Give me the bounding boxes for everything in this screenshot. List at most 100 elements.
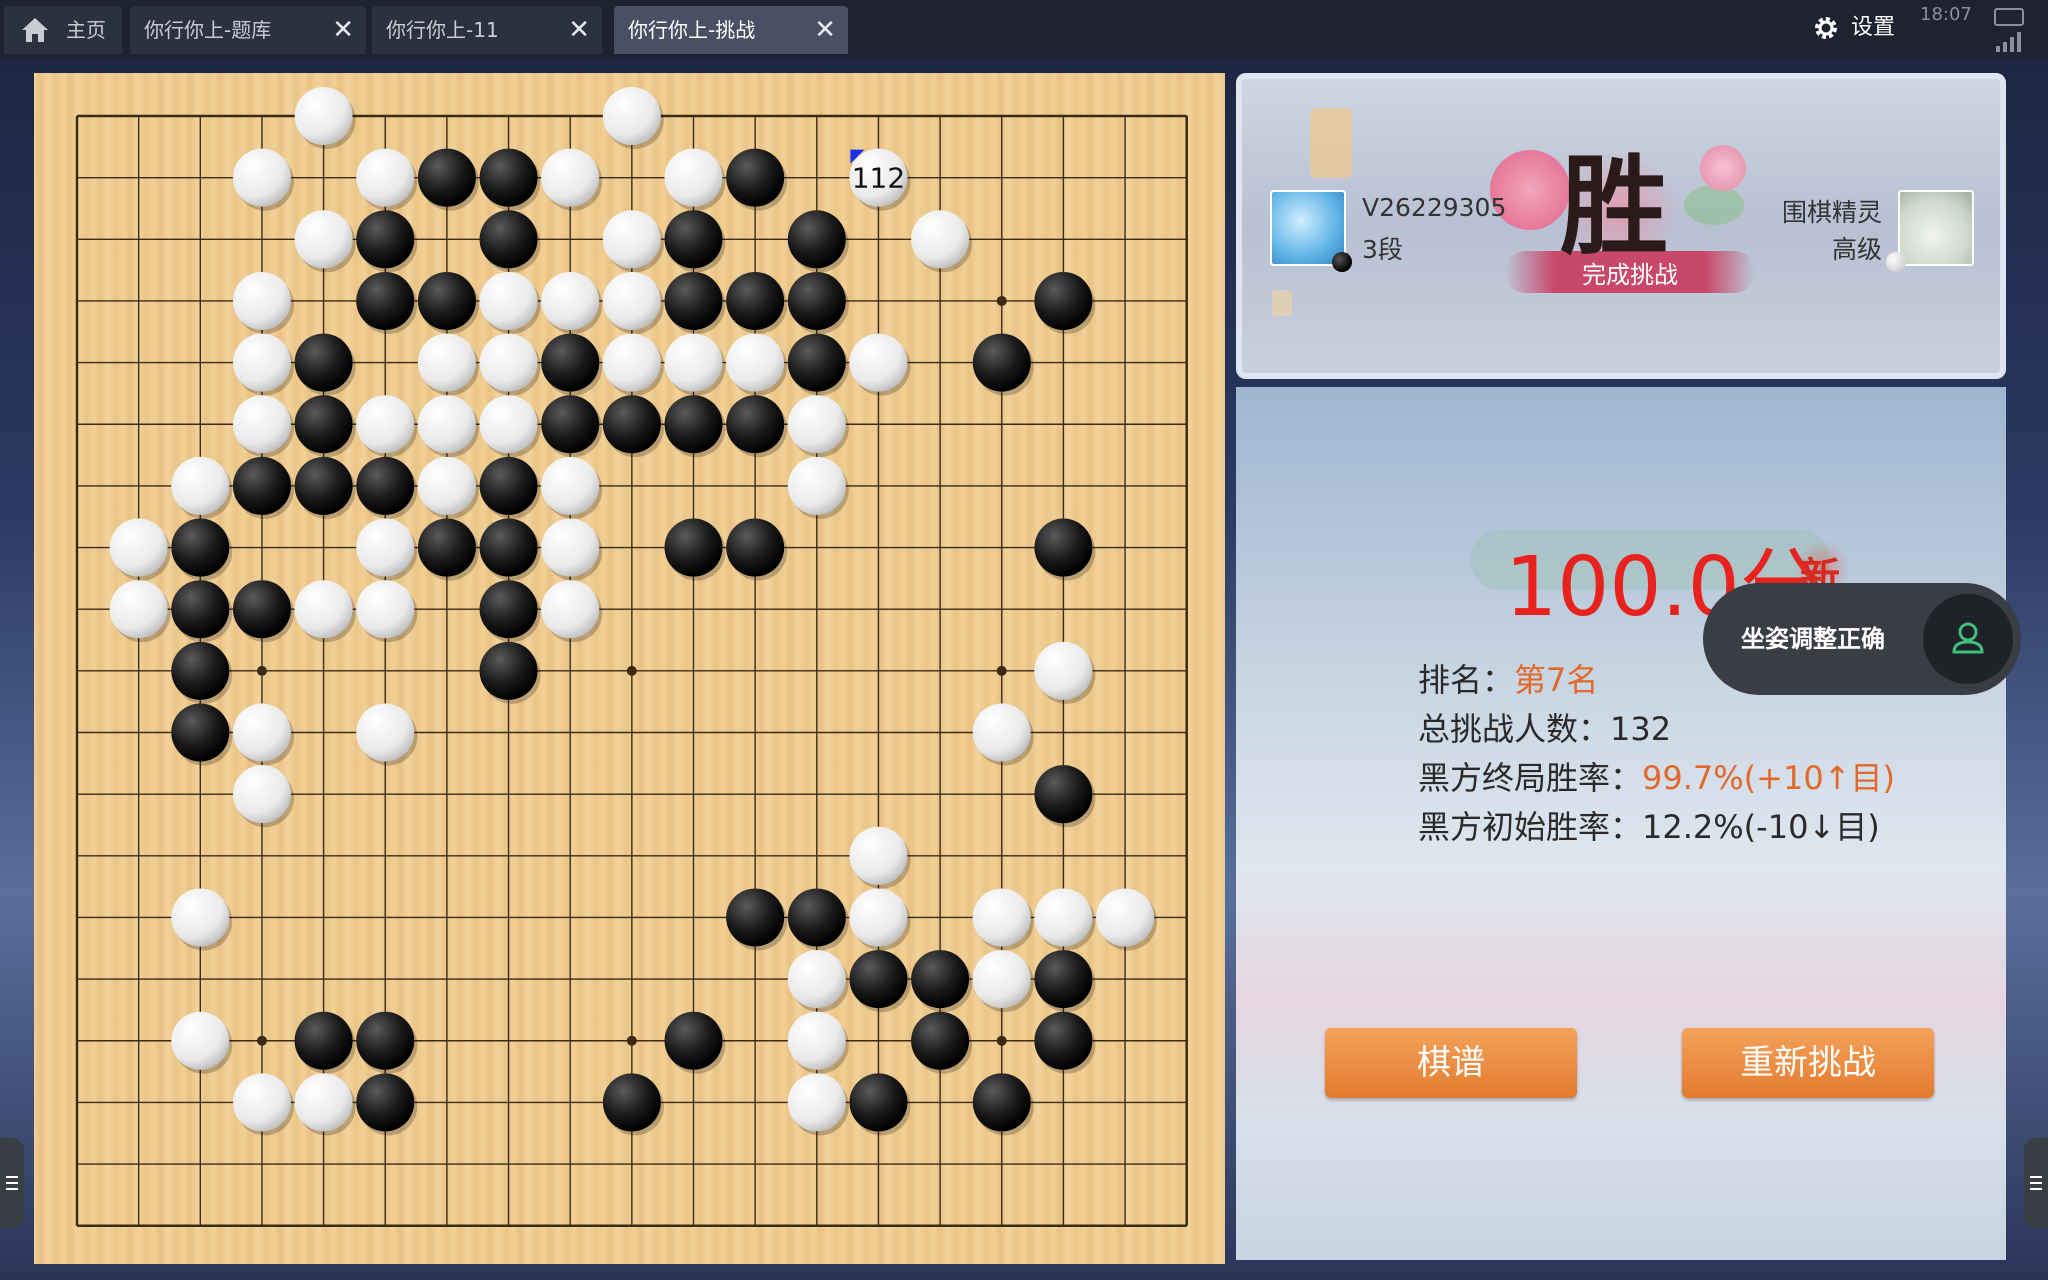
black-stone	[664, 271, 723, 330]
black-stone	[787, 271, 846, 330]
white-stone	[109, 580, 168, 639]
stat-initial-label: 黑方初始胜率：	[1418, 808, 1643, 846]
signal-icon	[1996, 32, 2021, 52]
black-stone	[664, 518, 723, 577]
board-svg[interactable]: 112	[34, 73, 1225, 1264]
lotus-decoration	[1700, 145, 1746, 191]
black-stone	[602, 395, 661, 454]
black-stone	[787, 333, 846, 392]
white-stone	[849, 888, 908, 947]
white-stone	[1034, 888, 1093, 947]
white-stone	[109, 518, 168, 577]
white-stone	[972, 703, 1031, 762]
menu-icon	[2030, 1176, 2042, 1190]
left-drawer-handle[interactable]	[0, 1138, 24, 1228]
white-stone	[232, 271, 291, 330]
home-icon	[22, 18, 48, 42]
tab-question-bank[interactable]: 你行你上-题库 ✕	[130, 6, 366, 54]
star-point	[626, 1035, 637, 1046]
white-stone	[602, 210, 661, 269]
black-stone	[726, 395, 785, 454]
white-stone	[294, 580, 353, 639]
black-stone	[1034, 518, 1093, 577]
player-left-name: V26229305	[1362, 193, 1507, 222]
settings-button[interactable]: 设置	[1812, 10, 1895, 46]
black-stone	[972, 1073, 1031, 1132]
white-stone	[232, 395, 291, 454]
white-stone	[849, 333, 908, 392]
white-stone	[787, 950, 846, 1009]
gear-icon	[1815, 17, 1837, 39]
player-right-avatar[interactable]	[1898, 190, 1974, 266]
black-stone	[849, 1073, 908, 1132]
white-stone	[541, 580, 600, 639]
go-board[interactable]: 112	[34, 73, 1225, 1264]
white-stone	[787, 395, 846, 454]
black-stone	[294, 333, 353, 392]
white-stone	[849, 826, 908, 885]
right-drawer-handle[interactable]	[2024, 1138, 2048, 1228]
close-icon[interactable]: ✕	[332, 6, 354, 54]
white-stone	[787, 1011, 846, 1070]
stat-total-value: 132	[1610, 710, 1672, 748]
white-stone	[232, 1073, 291, 1132]
white-stone	[972, 950, 1031, 1009]
white-stone	[726, 333, 785, 392]
stat-rank-value: 第7名	[1514, 661, 1599, 699]
tab-home-label: 主页	[66, 18, 106, 42]
white-stone-icon	[1886, 252, 1906, 272]
white-stone	[417, 395, 476, 454]
close-icon[interactable]: ✕	[568, 6, 590, 54]
retry-challenge-button[interactable]: 重新挑战	[1682, 1028, 1934, 1098]
white-stone	[972, 888, 1031, 947]
white-stone	[787, 1073, 846, 1132]
black-stone	[1034, 765, 1093, 824]
black-stone	[911, 1011, 970, 1070]
black-stone	[602, 1073, 661, 1132]
close-icon[interactable]: ✕	[814, 6, 836, 54]
black-stone	[664, 1011, 723, 1070]
white-stone	[171, 456, 230, 515]
battery-icon	[1994, 8, 2024, 26]
black-stone	[294, 395, 353, 454]
black-stone	[1034, 271, 1093, 330]
white-stone	[356, 395, 415, 454]
tab-home[interactable]: 主页	[4, 6, 122, 54]
white-stone	[356, 703, 415, 762]
white-stone	[417, 333, 476, 392]
tab-bar: 主页 你行你上-题库 ✕ 你行你上-11 ✕ 你行你上-挑战 ✕ 设置 18:0…	[0, 0, 2048, 58]
stat-initial-value: 12.2%(-10↓目)	[1642, 808, 1880, 846]
black-stone	[664, 210, 723, 269]
black-stone	[726, 888, 785, 947]
white-stone	[541, 148, 600, 207]
lantern-decoration	[1310, 108, 1352, 178]
black-stone	[232, 580, 291, 639]
white-stone	[1096, 888, 1155, 947]
white-stone	[541, 456, 600, 515]
black-stone	[356, 1011, 415, 1070]
black-stone	[972, 333, 1031, 392]
posture-toast[interactable]: 坐姿调整正确	[1703, 583, 2021, 695]
settings-label: 设置	[1851, 15, 1896, 40]
black-stone	[726, 271, 785, 330]
black-stone	[356, 271, 415, 330]
white-stone	[787, 456, 846, 515]
lantern-decoration	[1272, 290, 1292, 316]
white-stone	[294, 87, 353, 145]
black-stone	[232, 456, 291, 515]
black-stone	[356, 210, 415, 269]
tab-challenge[interactable]: 你行你上-挑战 ✕	[614, 6, 848, 54]
white-stone	[664, 333, 723, 392]
result-win: 胜	[1560, 144, 1669, 270]
black-stone	[1034, 1011, 1093, 1070]
player-left-rank: 3段	[1362, 235, 1403, 264]
game-record-button[interactable]: 棋谱	[1325, 1028, 1577, 1098]
black-stone	[726, 518, 785, 577]
white-stone	[602, 87, 661, 145]
white-stone	[602, 333, 661, 392]
tab-level-11[interactable]: 你行你上-11 ✕	[372, 6, 602, 54]
white-stone	[479, 395, 538, 454]
black-stone	[294, 456, 353, 515]
stat-rank-label: 排名：	[1418, 661, 1515, 699]
stat-final-label: 黑方终局胜率：	[1418, 759, 1643, 797]
